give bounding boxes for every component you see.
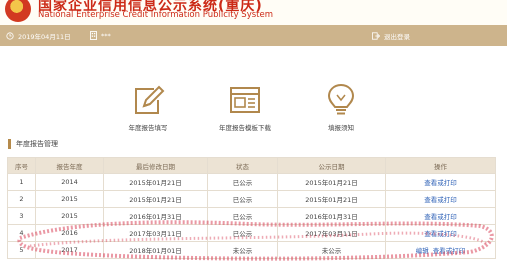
- row-year: 2015: [35, 190, 104, 208]
- table-row: 1 2014 2015年01月21日 已公示 2015年01月21日 查看或打印: [7, 173, 496, 191]
- row-status: 已公示: [207, 173, 278, 191]
- row-year: 2014: [35, 173, 104, 191]
- building-icon: [90, 31, 97, 40]
- row-no: 2: [7, 190, 36, 208]
- red-scribble-annotation: [17, 220, 494, 261]
- top-nav-bar: 2019年04月11日 *** 退出登录: [0, 25, 507, 46]
- logout-link[interactable]: 退出登录: [372, 29, 410, 42]
- row-modified: 2015年01月21日: [103, 190, 208, 208]
- col-header-modified: 最后修改日期: [103, 157, 208, 174]
- row-actions: 查看或打印: [385, 173, 496, 191]
- national-emblem-icon: [5, 0, 31, 22]
- fill-report-card[interactable]: 年度报告填写: [93, 82, 203, 132]
- logout-icon: [372, 31, 380, 40]
- table-row: 2 2015 2015年01月21日 已公示 2015年01月21日 查看或打印: [7, 190, 496, 208]
- section-title: 年度报告管理: [16, 140, 58, 148]
- fill-report-label: 年度报告填写: [128, 124, 168, 132]
- edit-icon: [135, 85, 165, 114]
- current-date: 2019年04月11日: [6, 29, 71, 42]
- col-header-year: 报告年度: [35, 157, 104, 174]
- col-header-no: 序号: [7, 157, 36, 174]
- section-header: 年度报告管理: [8, 139, 58, 149]
- row-modified: 2015年01月21日: [103, 173, 208, 191]
- instructions-card[interactable]: 填报须知: [286, 82, 396, 132]
- row-published: 2015年01月21日: [277, 190, 386, 208]
- row-actions: 查看或打印: [385, 190, 496, 208]
- col-header-status: 状态: [207, 157, 278, 174]
- download-template-card[interactable]: 年度报告模板下载: [190, 82, 300, 132]
- view-print-link[interactable]: 查看或打印: [424, 179, 457, 187]
- row-status: 已公示: [207, 190, 278, 208]
- clock-icon: [6, 31, 14, 40]
- site-header: 国家企业信用信息公示系统(重庆) National Enterprise Cre…: [0, 0, 507, 25]
- action-cards: 年度报告填写 年度报告模板下载 填报须知: [0, 82, 507, 142]
- row-no: 1: [7, 173, 36, 191]
- date-text: 2019年04月11日: [18, 32, 71, 41]
- report-download-icon: [230, 87, 260, 113]
- current-user: ***: [90, 29, 111, 42]
- instructions-label: 填报须知: [328, 124, 354, 132]
- view-print-link[interactable]: 查看或打印: [424, 196, 457, 204]
- lightbulb-icon: [327, 83, 355, 115]
- table-header-row: 序号 报告年度 最后修改日期 状态 公示日期 操作: [7, 157, 496, 174]
- col-header-actions: 操作: [385, 157, 496, 174]
- section-marker: [8, 139, 11, 149]
- logout-label: 退出登录: [384, 32, 410, 41]
- download-template-label: 年度报告模板下载: [219, 124, 271, 132]
- site-subtitle: National Enterprise Credit Information P…: [38, 10, 273, 20]
- user-name: ***: [101, 31, 111, 40]
- col-header-published: 公示日期: [277, 157, 386, 174]
- row-published: 2015年01月21日: [277, 173, 386, 191]
